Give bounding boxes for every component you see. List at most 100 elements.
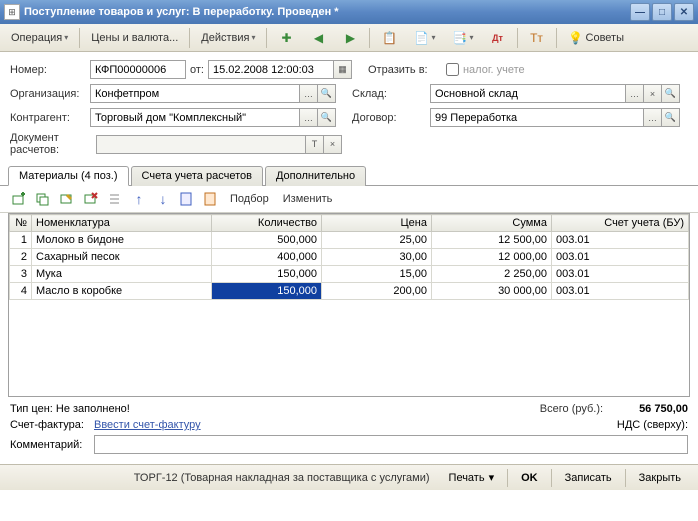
cell-acct: 003.01 bbox=[552, 266, 689, 283]
warehouse-label: Склад: bbox=[352, 88, 430, 100]
footer-form: Тип цен: Не заполнено! Всего (руб.): 56 … bbox=[0, 397, 698, 464]
cell-no: 2 bbox=[10, 249, 32, 266]
cell-acct: 003.01 bbox=[552, 283, 689, 300]
tax-label: налог. учете bbox=[463, 64, 525, 76]
org-select-button[interactable]: … bbox=[300, 84, 318, 103]
add-icon[interactable]: ✚ bbox=[271, 27, 301, 49]
warehouse-input[interactable] bbox=[430, 84, 626, 103]
row-up-icon[interactable]: ↑ bbox=[128, 189, 150, 209]
from-label: от: bbox=[190, 64, 204, 76]
app-icon: ⊞ bbox=[4, 4, 20, 20]
cell-qty: 400,000 bbox=[212, 249, 322, 266]
cell-acct: 003.01 bbox=[552, 249, 689, 266]
bottom-bar: ТОРГ-12 (Товарная накладная за поставщик… bbox=[0, 464, 698, 490]
comment-label: Комментарий: bbox=[10, 439, 94, 451]
nav-back-icon[interactable]: ◀ bbox=[303, 27, 333, 49]
cell-sum: 12 500,00 bbox=[432, 232, 552, 249]
materials-grid[interactable]: № Номенклатура Количество Цена Сумма Сче… bbox=[8, 213, 690, 397]
report-icon[interactable]: 📄▾ bbox=[406, 27, 442, 49]
org-input[interactable] bbox=[90, 84, 300, 103]
dtkt-icon[interactable]: Дт bbox=[483, 27, 513, 49]
cell-price: 25,00 bbox=[322, 232, 432, 249]
structure-icon[interactable]: Тт bbox=[522, 27, 552, 49]
counterparty-open-button[interactable]: 🔍 bbox=[318, 108, 336, 127]
table-row[interactable]: 1Молоко в бидоне500,00025,0012 500,00003… bbox=[10, 232, 689, 249]
warehouse-select-button[interactable]: … bbox=[626, 84, 644, 103]
tax-checkbox[interactable] bbox=[446, 63, 459, 76]
row-config-icon[interactable] bbox=[176, 189, 198, 209]
counterparty-select-button[interactable]: … bbox=[300, 108, 318, 127]
save-button[interactable]: Записать bbox=[556, 469, 621, 487]
row-edit-icon[interactable] bbox=[56, 189, 78, 209]
tab-bar: Материалы (4 поз.) Счета учета расчетов … bbox=[0, 165, 698, 186]
comment-input[interactable] bbox=[94, 435, 688, 454]
prices-button[interactable]: Цены и валюта... bbox=[84, 29, 185, 47]
row-add-icon[interactable] bbox=[8, 189, 30, 209]
main-toolbar: Операция ▾ Цены и валюта... Действия ▾ ✚… bbox=[0, 24, 698, 52]
invoice-link[interactable]: Ввести счет-фактуру bbox=[94, 419, 617, 431]
table-row[interactable]: 2Сахарный песок400,00030,0012 000,00003.… bbox=[10, 249, 689, 266]
row-copy-icon[interactable] bbox=[32, 189, 54, 209]
row-sort-icon[interactable] bbox=[104, 189, 126, 209]
actions-menu[interactable]: Действия ▾ bbox=[194, 29, 262, 47]
doc-calc-t-button[interactable]: T bbox=[306, 135, 324, 154]
col-qty[interactable]: Количество bbox=[212, 215, 322, 232]
col-nom[interactable]: Номенклатура bbox=[32, 215, 212, 232]
sheet-check-icon[interactable]: 📋 bbox=[374, 27, 404, 49]
warehouse-open-button[interactable]: 🔍 bbox=[662, 84, 680, 103]
contract-input[interactable] bbox=[430, 108, 644, 127]
cell-price: 30,00 bbox=[322, 249, 432, 266]
col-acct[interactable]: Счет учета (БУ) bbox=[552, 215, 689, 232]
contract-select-button[interactable]: … bbox=[644, 108, 662, 127]
vat-label: НДС (сверху): bbox=[617, 419, 688, 431]
date-input[interactable] bbox=[208, 60, 334, 79]
org-open-button[interactable]: 🔍 bbox=[318, 84, 336, 103]
contract-open-button[interactable]: 🔍 bbox=[662, 108, 680, 127]
close-window-button[interactable]: ✕ bbox=[674, 3, 694, 21]
invoice-label: Счет-фактура: bbox=[10, 419, 94, 431]
table-row[interactable]: 3Мука150,00015,002 250,00003.01 bbox=[10, 266, 689, 283]
contract-label: Договор: bbox=[352, 112, 430, 124]
counterparty-input[interactable] bbox=[90, 108, 300, 127]
table-row[interactable]: 4Масло в коробке150,000200,0030 000,0000… bbox=[10, 283, 689, 300]
cell-acct: 003.01 bbox=[552, 232, 689, 249]
nav-forward-icon[interactable]: ▶ bbox=[335, 27, 365, 49]
select-button[interactable]: Подбор bbox=[224, 191, 275, 207]
row-del-icon[interactable] bbox=[80, 189, 102, 209]
operation-menu[interactable]: Операция ▾ bbox=[4, 29, 75, 47]
col-sum[interactable]: Сумма bbox=[432, 215, 552, 232]
edit-button[interactable]: Изменить bbox=[277, 191, 339, 207]
cell-no: 4 bbox=[10, 283, 32, 300]
col-no[interactable]: № bbox=[10, 215, 32, 232]
ok-button[interactable]: OK bbox=[512, 469, 547, 487]
subord-icon[interactable]: 📑▾ bbox=[445, 27, 481, 49]
cell-price: 200,00 bbox=[322, 283, 432, 300]
tab-materials[interactable]: Материалы (4 поз.) bbox=[8, 166, 129, 186]
tab-accounts[interactable]: Счета учета расчетов bbox=[131, 166, 263, 186]
close-button[interactable]: Закрыть bbox=[630, 469, 690, 487]
cell-qty: 500,000 bbox=[212, 232, 322, 249]
row-settings-icon[interactable] bbox=[200, 189, 222, 209]
warehouse-clear-button[interactable]: × bbox=[644, 84, 662, 103]
print-menu[interactable]: Печать ▾ bbox=[440, 468, 504, 487]
total-value: 56 750,00 bbox=[639, 403, 688, 415]
cell-nom: Масло в коробке bbox=[32, 283, 212, 300]
doc-calc-clear-button[interactable]: × bbox=[324, 135, 342, 154]
cell-nom: Мука bbox=[32, 266, 212, 283]
row-down-icon[interactable]: ↓ bbox=[152, 189, 174, 209]
number-input[interactable] bbox=[90, 60, 186, 79]
org-label: Организация: bbox=[10, 88, 90, 100]
cell-qty: 150,000 bbox=[212, 266, 322, 283]
cell-sum: 12 000,00 bbox=[432, 249, 552, 266]
window-title: Поступление товаров и услуг: В переработ… bbox=[24, 6, 630, 18]
doc-calc-input[interactable] bbox=[96, 135, 306, 154]
maximize-button[interactable]: □ bbox=[652, 3, 672, 21]
cell-no: 3 bbox=[10, 266, 32, 283]
tips-button[interactable]: 💡Советы bbox=[561, 27, 631, 49]
date-picker-button[interactable]: ▦ bbox=[334, 60, 352, 79]
col-price[interactable]: Цена bbox=[322, 215, 432, 232]
tab-extra[interactable]: Дополнительно bbox=[265, 166, 366, 186]
minimize-button[interactable]: — bbox=[630, 3, 650, 21]
cell-sum: 30 000,00 bbox=[432, 283, 552, 300]
counterparty-label: Контрагент: bbox=[10, 112, 90, 124]
